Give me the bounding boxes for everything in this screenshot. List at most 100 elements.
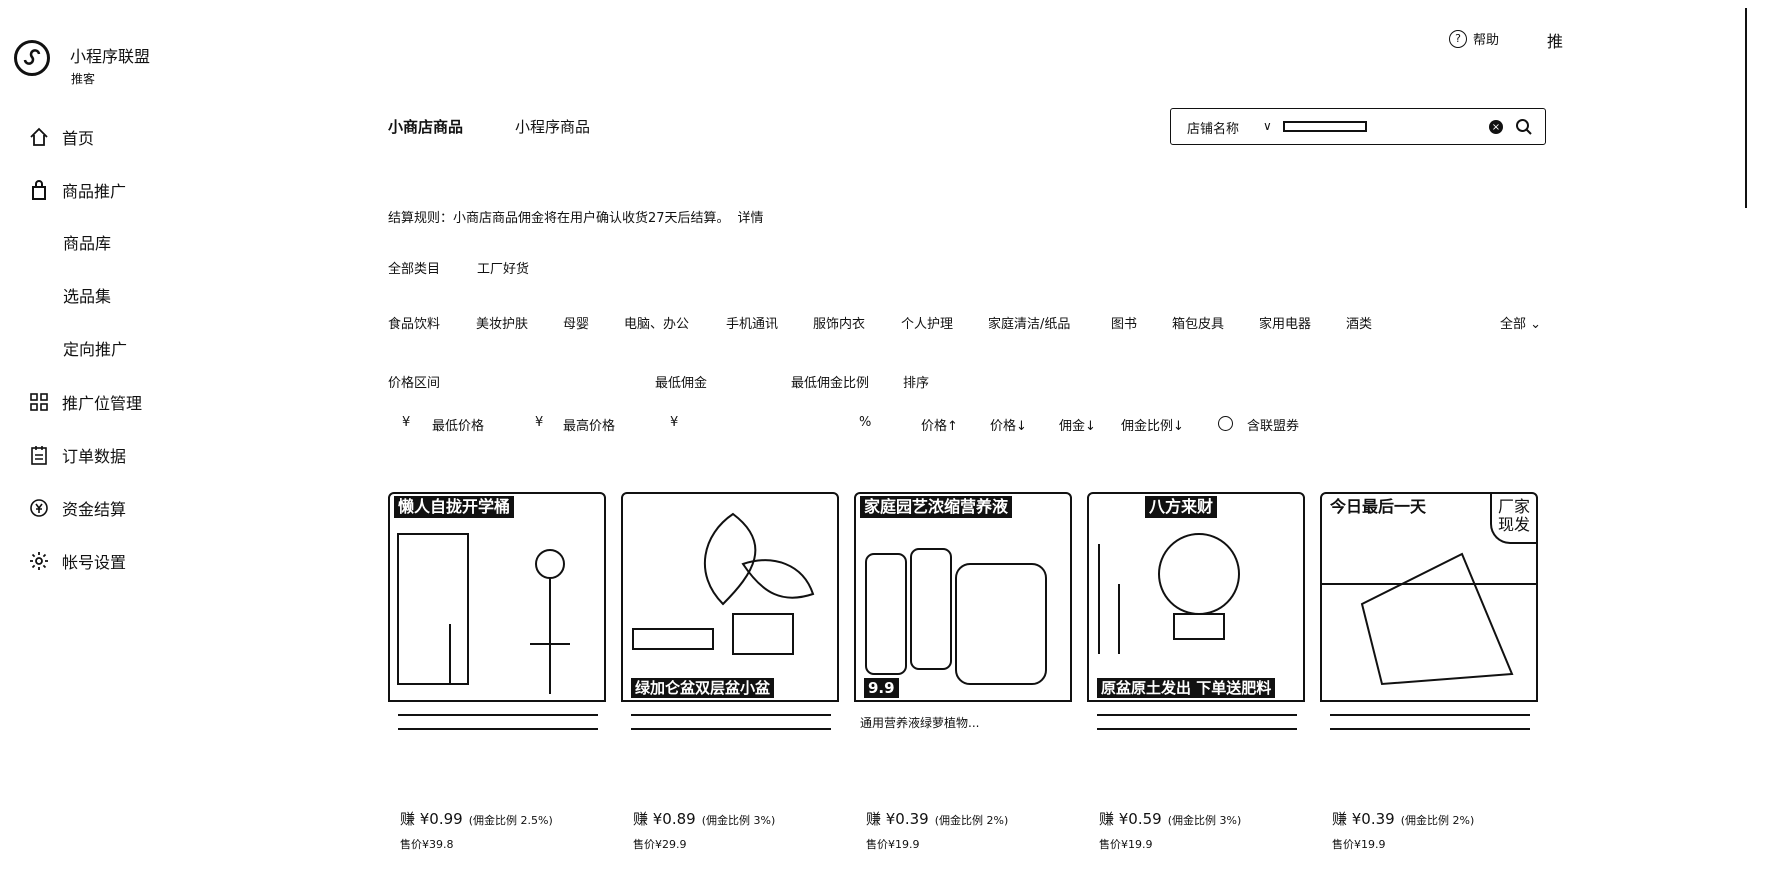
sidebar-item-targeted[interactable]: 定向推广 xyxy=(63,336,127,360)
search-input[interactable] xyxy=(1279,116,1463,138)
sidebar-item-label: 帐号设置 xyxy=(62,553,127,572)
price-range-label: 价格区间 xyxy=(388,376,441,391)
product-price: 售价¥39.8 xyxy=(400,838,454,851)
chevron-down-icon[interactable]: ∨ xyxy=(1263,119,1272,133)
scrollbar[interactable] xyxy=(1745,8,1751,208)
category-item[interactable]: 家用电器 xyxy=(1259,313,1311,332)
grid-icon xyxy=(28,391,50,413)
currency-symbol: ¥ xyxy=(670,415,679,430)
product-card[interactable]: 今日最后一天 厂家现发 赚 ¥0.39 (佣金比例 2%) 售价¥19.9 xyxy=(1320,492,1538,862)
product-card[interactable]: 懒人自拢开学桶 赚 ¥0.99 (佣金比例 2.5%) 售价¥39.8 xyxy=(388,492,606,862)
sidebar-item-label: 首页 xyxy=(62,129,95,148)
sidebar-item-label: 商品推广 xyxy=(62,182,127,201)
category-item[interactable]: 服饰内衣 xyxy=(813,313,865,332)
tab-mini-program-products[interactable]: 小程序商品 xyxy=(515,116,590,137)
product-earn: 赚 ¥0.39 (佣金比例 2%) xyxy=(866,808,1008,829)
product-price: 售价¥19.9 xyxy=(1099,838,1153,851)
help-label: 帮助 xyxy=(1473,33,1500,48)
coupon-radio[interactable] xyxy=(1218,416,1233,431)
currency-symbol: ¥ xyxy=(535,415,544,430)
commission-ratio: (佣金比例 3%) xyxy=(701,814,776,827)
sidebar-item-settlement[interactable]: 资金结算 xyxy=(28,496,126,520)
categories-all-toggle[interactable]: 全部 ⌄ xyxy=(1500,313,1541,332)
search-icon[interactable] xyxy=(1515,118,1533,140)
sort-price-desc-button[interactable]: 价格↓ xyxy=(990,415,1027,434)
product-title: 通用营养液绿萝植物... xyxy=(860,716,980,730)
category-item[interactable]: 个人护理 xyxy=(901,313,953,332)
sidebar-item-home[interactable]: 首页 xyxy=(28,125,94,149)
redacted-title xyxy=(631,714,831,730)
clipboard-icon xyxy=(28,444,50,466)
product-earn: 赚 ¥0.99 (佣金比例 2.5%) xyxy=(400,808,553,829)
sidebar-item-label: 资金结算 xyxy=(62,500,127,519)
product-price: 售价¥29.9 xyxy=(633,838,687,851)
currency-symbol: ¥ xyxy=(402,415,411,430)
redacted-title xyxy=(1330,714,1530,730)
gear-icon xyxy=(28,550,50,572)
min-price-input[interactable]: 最低价格 xyxy=(432,415,484,434)
category-item[interactable]: 母婴 xyxy=(563,313,589,332)
category-item[interactable]: 图书 xyxy=(1111,313,1137,332)
search-field-select[interactable]: 店铺名称 xyxy=(1187,118,1239,137)
category-item[interactable]: 手机通讯 xyxy=(726,313,778,332)
product-tag: 厂家现发 xyxy=(1490,494,1536,544)
product-banner: 家庭园艺浓缩营养液 xyxy=(860,496,1013,518)
categories-all-label: 全部 xyxy=(1500,317,1527,332)
question-icon: ? xyxy=(1449,29,1467,48)
commission-ratio: (佣金比例 2%) xyxy=(1400,814,1475,827)
app-logo-icon xyxy=(14,40,50,76)
sidebar-item-orders[interactable]: 订单数据 xyxy=(28,443,126,467)
product-image: 绿加仑盆双层盆小盆 xyxy=(621,492,839,702)
sidebar-item-label: 推广位管理 xyxy=(62,394,143,413)
tab-mini-shop-products[interactable]: 小商店商品 xyxy=(388,116,463,137)
category-item[interactable]: 美妆护肤 xyxy=(476,313,528,332)
sidebar-item-label: 订单数据 xyxy=(62,447,127,466)
earn-amount: 赚 ¥0.39 xyxy=(1332,810,1395,828)
percent-symbol: % xyxy=(859,415,872,430)
chevron-down-icon: ⌄ xyxy=(1530,317,1542,332)
earn-amount: 赚 ¥0.59 xyxy=(1099,810,1162,828)
category-item[interactable]: 电脑、办公 xyxy=(624,313,689,332)
category-item[interactable]: 家庭清洁/纸品 xyxy=(988,313,1070,332)
clear-icon[interactable]: × xyxy=(1489,120,1503,134)
product-card[interactable]: 家庭园艺浓缩营养液 9.9 通用营养液绿萝植物... 赚 ¥0.39 (佣金比例 … xyxy=(854,492,1072,862)
category-item[interactable]: 食品饮料 xyxy=(388,313,440,332)
settlement-rule: 结算规则：小商店商品佣金将在用户确认收货27天后结算。 详情 xyxy=(388,207,764,226)
product-card[interactable]: 八方来财 原盆原土发出 下单送肥料 赚 ¥0.59 (佣金比例 3%) 售价¥19… xyxy=(1087,492,1305,862)
category-item[interactable]: 箱包皮具 xyxy=(1172,313,1224,332)
sidebar-item-product-library[interactable]: 商品库 xyxy=(63,230,111,254)
product-earn: 赚 ¥0.59 (佣金比例 3%) xyxy=(1099,808,1241,829)
product-card[interactable]: 绿加仑盆双层盆小盆 赚 ¥0.89 (佣金比例 3%) 售价¥29.9 xyxy=(621,492,839,862)
commission-ratio: (佣金比例 2.5%) xyxy=(468,814,553,827)
min-ratio-label: 最低佣金比例 xyxy=(791,376,870,391)
sidebar-item-placement[interactable]: 推广位管理 xyxy=(28,390,142,414)
home-icon xyxy=(28,126,50,148)
sidebar-item-account-settings[interactable]: 帐号设置 xyxy=(28,549,126,573)
category-item[interactable]: 酒类 xyxy=(1346,313,1372,332)
product-bottom-text: 原盆原土发出 下单送肥料 xyxy=(1097,678,1276,698)
rule-details-link[interactable]: 详情 xyxy=(738,211,764,226)
help-link[interactable]: ? 帮助 xyxy=(1449,29,1499,48)
sort-price-asc-button[interactable]: 价格↑ xyxy=(921,415,958,434)
product-earn: 赚 ¥0.89 (佣金比例 3%) xyxy=(633,808,775,829)
product-image: 八方来财 原盆原土发出 下单送肥料 xyxy=(1087,492,1305,702)
category-type-factory[interactable]: 工厂好货 xyxy=(477,258,529,277)
product-bottom-text: 9.9 xyxy=(864,678,899,698)
product-banner: 今日最后一天 xyxy=(1326,496,1431,518)
product-image: 懒人自拢开学桶 xyxy=(388,492,606,702)
sidebar-item-selection[interactable]: 选品集 xyxy=(63,283,111,307)
product-banner: 懒人自拢开学桶 xyxy=(394,496,515,518)
sidebar-item-promotion[interactable]: 商品推广 xyxy=(28,178,126,202)
push-link[interactable]: 推 xyxy=(1547,28,1563,52)
earn-amount: 赚 ¥0.39 xyxy=(866,810,929,828)
category-type-all[interactable]: 全部类目 xyxy=(388,258,440,277)
sort-ratio-desc-button[interactable]: 佣金比例↓ xyxy=(1121,415,1184,434)
min-commission-input[interactable] xyxy=(690,415,840,431)
redacted-title xyxy=(1097,714,1297,730)
max-price-input[interactable]: 最高价格 xyxy=(563,415,615,434)
redacted-title xyxy=(398,714,598,730)
sort-commission-desc-button[interactable]: 佣金↓ xyxy=(1059,415,1096,434)
product-price: 售价¥19.9 xyxy=(1332,838,1386,851)
sort-label: 排序 xyxy=(903,376,930,391)
product-image: 今日最后一天 厂家现发 xyxy=(1320,492,1538,702)
